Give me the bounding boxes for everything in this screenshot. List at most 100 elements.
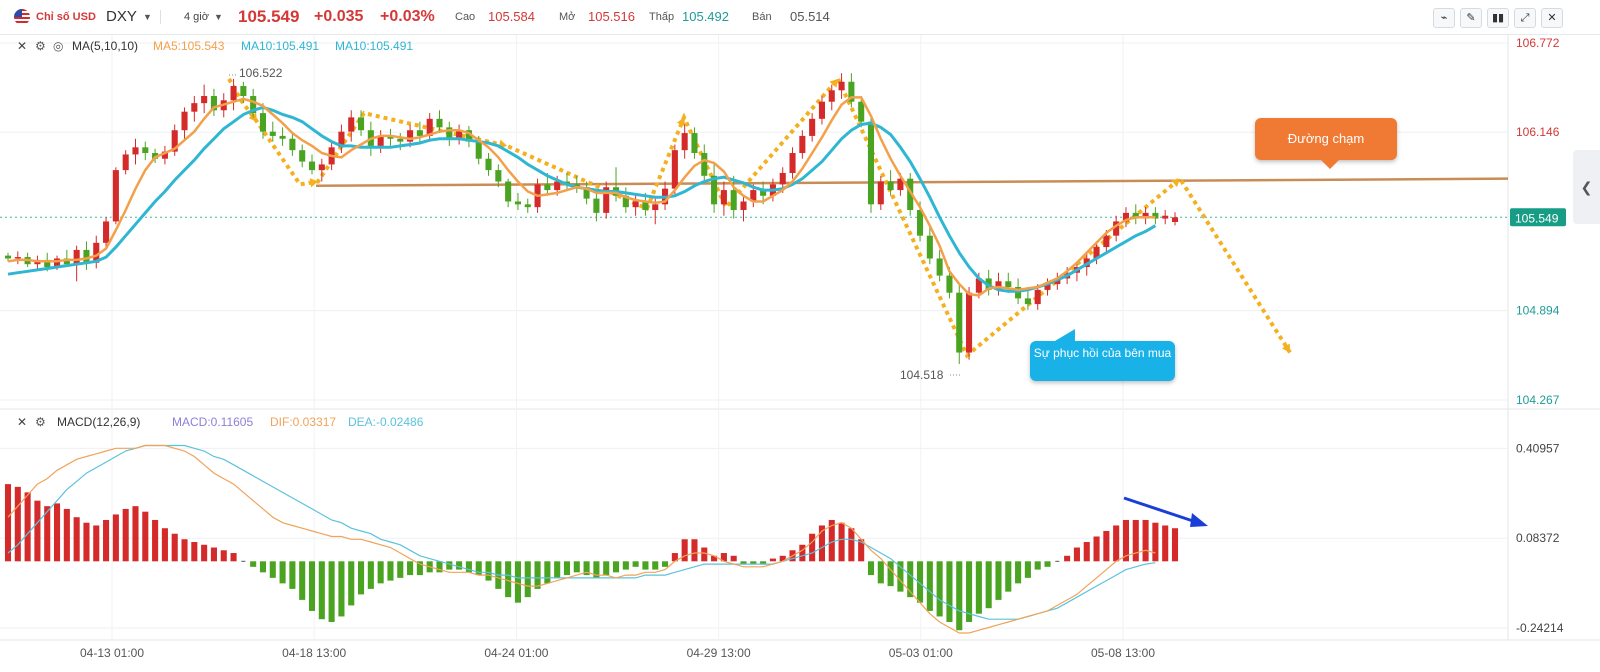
macd-hist-bar <box>809 533 816 562</box>
macd-hist-bar <box>367 561 374 589</box>
candles <box>4 73 1179 364</box>
candle-body <box>740 201 747 211</box>
macd-hist-bar <box>554 561 561 578</box>
candle-body <box>799 135 806 154</box>
candle-body <box>436 118 443 128</box>
close-icon[interactable]: ✕ <box>1541 8 1563 28</box>
macd-hist-bar <box>985 561 992 609</box>
price-change: +0.035 <box>314 8 364 25</box>
candle-body <box>524 204 531 208</box>
macd-hist-bar <box>407 561 414 576</box>
candle-body <box>652 204 659 211</box>
macd-hist-bar <box>161 528 168 562</box>
low-annotation: 104.518 <box>900 368 944 382</box>
low-label: Thấp <box>649 11 675 23</box>
macd-hist-bar <box>662 561 669 567</box>
momentum-arrowhead <box>1190 513 1208 527</box>
side-panel-toggle[interactable]: ❮ <box>1573 150 1600 224</box>
macd-hist-bar <box>1142 519 1149 562</box>
macd-hist-bar <box>269 561 276 578</box>
candle-body <box>946 275 953 293</box>
ma10-line <box>7 105 1157 293</box>
macd-hist-bar <box>799 544 806 562</box>
candle-body <box>475 141 482 159</box>
macd-hist-bar <box>220 550 227 562</box>
candle-body <box>485 158 492 171</box>
fullscreen-icon[interactable]: ⤢ <box>1514 8 1536 28</box>
macd-legend: ✕ ⚙ MACD(12,26,9) MACD:0.11605 DIF:0.033… <box>17 415 424 429</box>
macd-hist-bar <box>956 561 963 631</box>
candle-body <box>926 235 933 259</box>
time-tick-label: 05-08 13:00 <box>1091 646 1155 660</box>
symbol-selector[interactable]: DXY <box>106 0 137 34</box>
macd-hist-bar <box>191 542 198 562</box>
ma10-legend: MA10:105.491 <box>241 39 319 53</box>
candle-body <box>279 135 286 139</box>
macd-hist-bar <box>897 561 904 592</box>
macd-settings-icon[interactable]: ⚙ <box>35 415 46 429</box>
candle-icon[interactable]: ▮▮ <box>1487 8 1509 28</box>
candle-body <box>191 103 198 112</box>
visibility-icon[interactable]: ◎ <box>53 39 63 53</box>
close-icon[interactable]: ✕ <box>17 39 27 53</box>
interval-selector[interactable]: 4 giờ <box>184 0 209 34</box>
macd-hist-bar <box>838 522 845 562</box>
macd-hist-bar <box>93 525 100 562</box>
candle-body <box>554 181 561 191</box>
macd-hist-bar <box>24 492 31 562</box>
macd-hist-bar <box>1024 561 1031 578</box>
chart-type-icon[interactable]: ⌁ <box>1433 8 1455 28</box>
settings-icon[interactable]: ⚙ <box>35 39 46 53</box>
chevron-left-icon[interactable]: ❮ <box>1581 179 1593 195</box>
macd-hist-bar <box>1093 536 1100 562</box>
macd-hist-bar <box>642 561 649 570</box>
price-tick-label: 104.894 <box>1516 304 1560 318</box>
macd-hist-bar <box>534 561 541 589</box>
candle-body <box>112 170 119 222</box>
candle-body <box>1034 289 1041 305</box>
candle-body <box>505 181 512 202</box>
macd-close-icon[interactable]: ✕ <box>17 415 27 429</box>
candle-body <box>495 170 502 182</box>
macd-hist-bar <box>936 561 943 617</box>
macd-hist-bar <box>456 561 463 570</box>
symbol-caret-icon[interactable]: ▼ <box>143 0 152 34</box>
candle-body <box>779 172 786 185</box>
candle-body <box>632 201 639 208</box>
macd-hist-bar <box>1171 528 1179 562</box>
candle-body <box>877 181 884 205</box>
high-label: Cao <box>455 11 476 23</box>
macd-hist-bar <box>397 561 404 578</box>
macd-indicator-label: MACD(12,26,9) <box>57 415 140 429</box>
candle-body <box>1005 281 1012 287</box>
draw-icon[interactable]: ✎ <box>1460 8 1482 28</box>
macd-tick-label: 0.40957 <box>1516 441 1560 455</box>
candle-body <box>103 221 110 243</box>
macd-hist-bar <box>122 508 129 562</box>
macd-hist-bar <box>1113 525 1120 562</box>
price-change-percent: +0.03% <box>380 8 435 25</box>
macd-hist-bar <box>299 561 306 600</box>
macd-hist-bar <box>691 539 698 562</box>
touch-line-callout: Đường chạm <box>1255 118 1397 169</box>
high-annotation: 106.522 <box>239 66 283 80</box>
macd-hist-bar <box>544 561 551 584</box>
macd-hist-bar <box>701 547 708 562</box>
macd-hist-bar <box>250 561 257 567</box>
macd-hist-bar <box>279 561 286 584</box>
candle-body <box>14 257 21 259</box>
macd-hist-bar <box>1152 522 1159 562</box>
macd-hist-bar <box>14 486 21 562</box>
candle-body <box>858 101 865 122</box>
sell-label: Bán <box>752 11 772 23</box>
macd-hist-bar <box>652 561 659 570</box>
macd-hist-bar <box>73 517 80 562</box>
macd-hist-bar <box>887 561 894 587</box>
time-tick-label: 05-03 01:00 <box>889 646 953 660</box>
time-tick-label: 04-13 01:00 <box>80 646 144 660</box>
candle-body <box>789 153 796 173</box>
ma-indicator-label: MA(5,10,10) <box>72 39 138 53</box>
interval-caret-icon[interactable]: ▼ <box>214 0 223 34</box>
macd-hist-bar <box>612 561 620 573</box>
macd-hist-bar <box>475 561 482 576</box>
